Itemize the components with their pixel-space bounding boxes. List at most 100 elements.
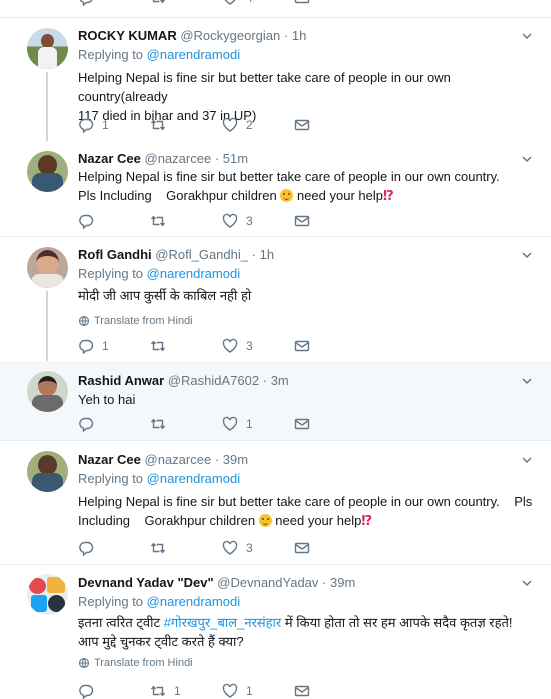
reply-icon [78,540,94,556]
author-name[interactable]: Nazar Cee [78,452,141,467]
like-button[interactable]: 2 [222,117,294,133]
reply-button[interactable] [78,0,150,6]
tweet-text: Yeh to hai [78,392,136,407]
timestamp[interactable]: 39m [223,452,248,467]
mention-link[interactable]: @narendramodi [147,266,240,281]
tweet-header: Rofl Gandhi @Rofl_Gandhi_ · 1h [78,247,275,262]
avatar[interactable] [27,247,68,288]
author-name[interactable]: Nazar Cee [78,151,141,166]
retweet-button[interactable] [150,416,222,432]
exclamation-emoji-icon: ⁉ [382,188,394,203]
chevron-down-icon[interactable] [521,30,533,42]
avatar[interactable] [27,28,68,69]
dm-button[interactable] [294,213,366,229]
hashtag-link[interactable]: #गोरखपुर_बाल_नरसंहार [164,615,282,630]
tweet-actions: 4 [78,0,366,6]
dm-button[interactable] [294,117,366,133]
author-handle[interactable]: @nazarcee [145,452,212,467]
tweet-content: Nazar Cee @nazarcee · 51m Helping Nepal … [78,150,541,205]
dm-button[interactable] [294,338,366,354]
timestamp[interactable]: 39m [330,575,355,590]
dm-button[interactable] [294,416,366,432]
globe-icon [78,315,90,327]
author-name[interactable]: Rashid Anwar [78,373,164,388]
reply-button[interactable] [78,540,150,556]
timestamp[interactable]: 3m [271,373,289,388]
tweet[interactable]: Nazar Cee @nazarcee · 51m Helping Nepal … [0,141,551,237]
retweet-button[interactable] [150,338,222,354]
translate-link[interactable]: Translate from Hindi [78,657,541,669]
retweet-icon [150,117,166,133]
dm-button[interactable] [294,683,366,699]
tweet-highlighted[interactable]: Rashid Anwar @RashidA7602 · 3m Yeh to ha… [0,361,551,441]
translate-link[interactable]: Translate from Hindi [78,315,541,327]
reply-icon [78,683,94,699]
mention-link[interactable]: @narendramodi [147,47,240,62]
envelope-icon [294,213,310,229]
like-button[interactable]: 1 [222,683,294,699]
reply-button[interactable]: 1 [78,338,150,354]
tweet-text: इतना त्वरित ट्वीट #गोरखपुर_बाल_नरसंहार म… [78,615,513,649]
timestamp[interactable]: 1h [260,247,274,262]
reply-icon [78,416,94,432]
timestamp[interactable]: 51m [223,151,248,166]
avatar[interactable] [27,574,68,615]
envelope-icon [294,416,310,432]
chevron-down-icon[interactable] [521,375,533,387]
author-handle[interactable]: @Rofl_Gandhi_ [155,247,248,262]
author-name[interactable]: Devnand Yadav "Dev" [78,575,214,590]
reply-button[interactable] [78,416,150,432]
previous-tweet-footer: 4 [0,0,551,18]
globe-icon [78,657,90,669]
tweet-header: Nazar Cee @nazarcee · 51m [78,151,249,166]
author-name[interactable]: ROCKY KUMAR [78,28,177,43]
thread-line [46,72,48,148]
dm-button[interactable] [294,540,366,556]
tweet-actions: 3 [78,213,366,229]
retweet-button[interactable] [150,213,222,229]
like-button[interactable]: 3 [222,213,294,229]
author-name[interactable]: Rofl Gandhi [78,247,152,262]
author-handle[interactable]: @nazarcee [145,151,212,166]
reply-button[interactable] [78,683,150,699]
chevron-down-icon[interactable] [521,249,533,261]
retweet-button[interactable] [150,117,222,133]
reply-icon [78,0,94,6]
dm-button[interactable] [294,0,366,6]
envelope-icon [294,540,310,556]
retweet-button[interactable] [150,0,222,6]
retweet-icon [150,0,166,6]
retweet-button[interactable]: 1 [150,683,222,699]
retweet-button[interactable] [150,540,222,556]
mention-link[interactable]: @narendramodi [147,471,240,486]
tweet[interactable]: Devnand Yadav "Dev" @DevnandYadav · 39m … [0,565,551,699]
tweet-content: Rofl Gandhi @Rofl_Gandhi_ · 1h Replying … [78,246,541,327]
author-handle[interactable]: @Rockygeorgian [180,28,280,43]
tweet-actions: 1 [78,416,366,432]
chevron-down-icon[interactable] [521,153,533,165]
tweet-header: Nazar Cee @nazarcee · 39m [78,452,249,467]
like-button[interactable]: 3 [222,540,294,556]
author-handle[interactable]: @RashidA7602 [168,373,259,388]
reply-button[interactable]: 1 [78,117,150,133]
timestamp[interactable]: 1h [292,28,306,43]
tweet[interactable]: ROCKY KUMAR @Rockygeorgian · 1h Replying… [0,18,551,148]
avatar[interactable] [27,451,68,492]
chevron-down-icon[interactable] [521,577,533,589]
like-button[interactable]: 3 [222,338,294,354]
replying-to: Replying to @narendramodi [78,47,241,62]
tweet-text: मोदी जी आप कुर्सी के काबिल नही हो [78,288,252,303]
reply-button[interactable] [78,213,150,229]
like-button[interactable]: 4 [222,0,294,6]
tweet[interactable]: Nazar Cee @nazarcee · 39m Replying to @n… [0,441,551,565]
chevron-down-icon[interactable] [521,454,533,466]
tweet[interactable]: Rofl Gandhi @Rofl_Gandhi_ · 1h Replying … [0,237,551,372]
heart-icon [222,416,238,432]
tweet-text: Helping Nepal is fine sir but better tak… [78,494,533,528]
avatar[interactable] [27,371,68,412]
author-handle[interactable]: @DevnandYadav [217,575,318,590]
like-button[interactable]: 1 [222,416,294,432]
avatar[interactable] [27,151,68,192]
mention-link[interactable]: @narendramodi [147,594,240,609]
tweet-text: Helping Nepal is fine sir but better tak… [78,169,500,203]
